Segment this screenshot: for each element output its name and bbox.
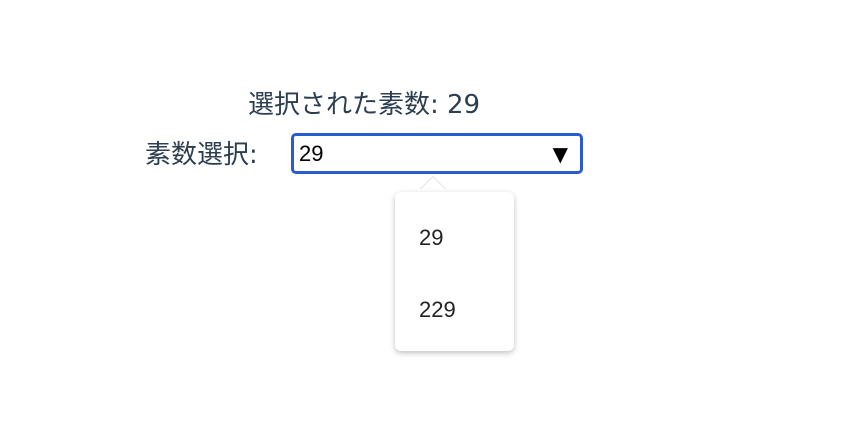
selected-prime-display: 選択された素数: 29 bbox=[0, 84, 728, 121]
option-229[interactable]: 229 bbox=[419, 297, 456, 323]
option-29[interactable]: 29 bbox=[419, 225, 443, 251]
prime-select-value: 29 bbox=[299, 141, 324, 166]
selected-prime-label: 選択された素数: bbox=[247, 90, 439, 120]
dropdown-arrow-icon: ▼ bbox=[552, 142, 568, 166]
prime-options-popup: 29 229 bbox=[395, 192, 514, 351]
prime-select[interactable]: 29 ▼ bbox=[291, 133, 583, 174]
selected-prime-value: 29 bbox=[446, 90, 481, 120]
prime-select-label: 素数選択: bbox=[145, 140, 258, 170]
